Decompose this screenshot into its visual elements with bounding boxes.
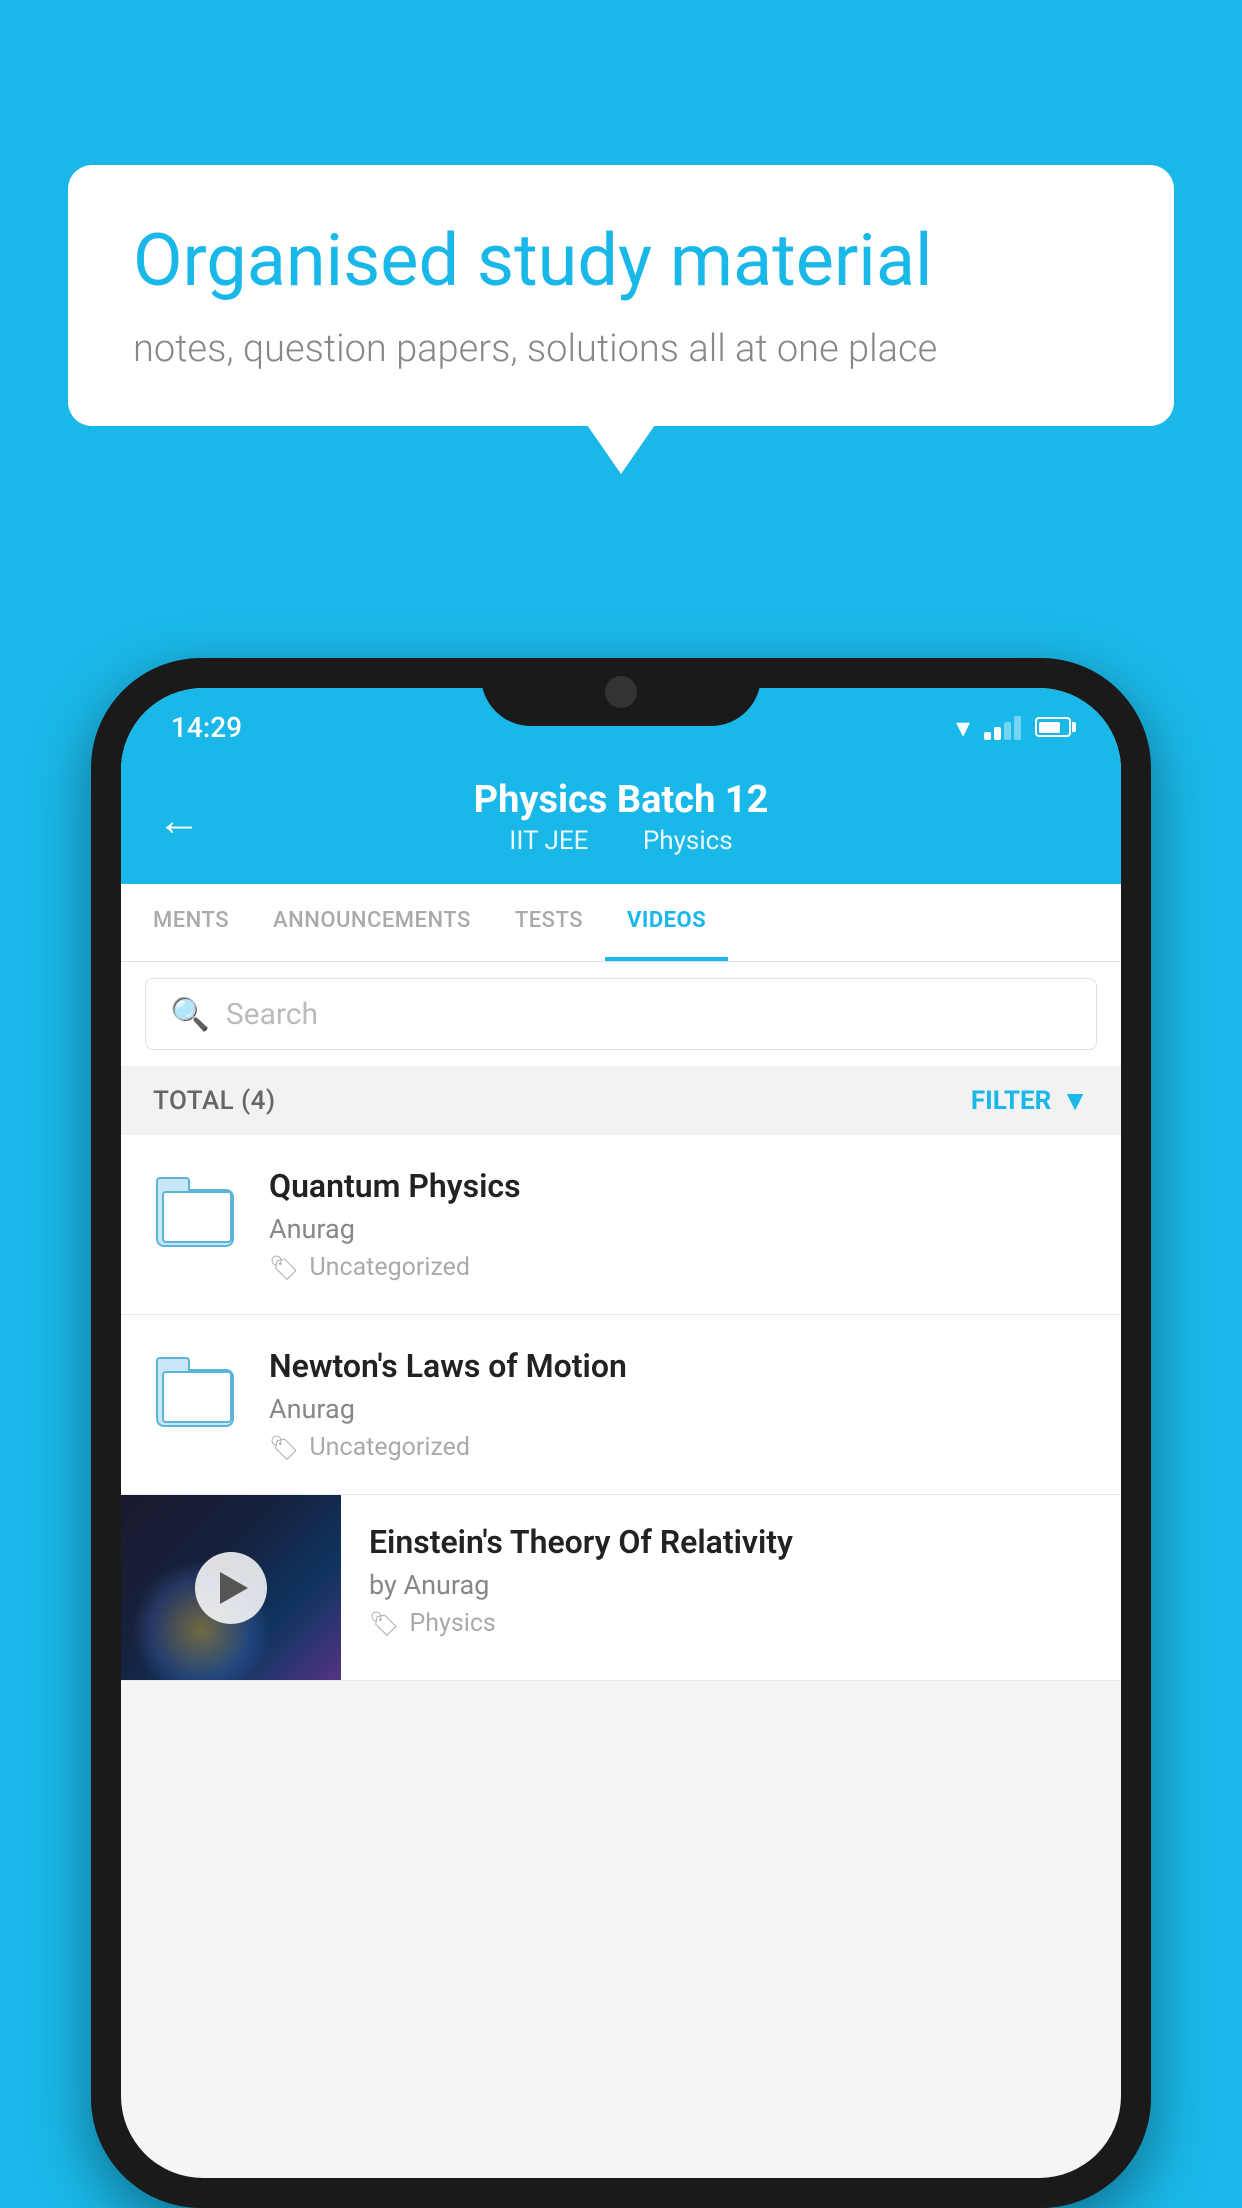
tab-ments[interactable]: MENTS <box>131 884 251 961</box>
hero-subtitle: notes, question papers, solutions all at… <box>133 327 1109 371</box>
tag-icon-newton: 🏷 <box>269 1434 299 1462</box>
search-input-wrap[interactable]: 🔍 Search <box>145 978 1097 1050</box>
app-header: ← Physics Batch 12 IIT JEE Physics <box>121 756 1121 884</box>
tab-tests[interactable]: TESTS <box>493 884 605 961</box>
search-icon: 🔍 <box>170 995 210 1033</box>
play-button-einstein[interactable] <box>195 1552 267 1624</box>
hero-section: Organised study material notes, question… <box>68 165 1174 426</box>
tag-label-quantum: Uncategorized <box>309 1253 470 1282</box>
phone-frame: 14:29 ▾ ← Physics Batch 1 <box>91 658 1151 2208</box>
play-triangle-icon <box>220 1572 248 1604</box>
video-tag-einstein: 🏷 Physics <box>369 1609 1093 1638</box>
filter-button[interactable]: FILTER ▼ <box>971 1084 1089 1117</box>
video-title-einstein: Einstein's Theory Of Relativity <box>369 1523 1093 1561</box>
video-info-newton: Newton's Laws of Motion Anurag 🏷 Uncateg… <box>269 1347 1091 1462</box>
video-tag-newton: 🏷 Uncategorized <box>269 1433 1091 1462</box>
hero-title: Organised study material <box>133 220 1109 303</box>
tab-announcements[interactable]: ANNOUNCEMENTS <box>251 884 493 961</box>
subject-physics: Physics <box>643 826 733 856</box>
tag-icon: 🏷 <box>269 1254 299 1282</box>
total-count: TOTAL (4) <box>153 1086 276 1116</box>
battery-icon <box>1035 717 1071 737</box>
status-icons: ▾ <box>956 711 1071 744</box>
video-list: Quantum Physics Anurag 🏷 Uncategorized <box>121 1135 1121 1681</box>
video-thumbnail-einstein <box>121 1495 341 1680</box>
tabs-bar: MENTS ANNOUNCEMENTS TESTS VIDEOS <box>121 884 1121 962</box>
video-item-newton[interactable]: Newton's Laws of Motion Anurag 🏷 Uncateg… <box>121 1315 1121 1495</box>
video-author-einstein: by Anurag <box>369 1569 1093 1601</box>
video-tag-quantum: 🏷 Uncategorized <box>269 1253 1091 1282</box>
batch-title: Physics Batch 12 <box>474 778 769 822</box>
search-bar: 🔍 Search <box>121 962 1121 1066</box>
subject-iit: IIT JEE <box>509 826 588 856</box>
tag-icon-einstein: 🏷 <box>369 1610 399 1638</box>
folder-icon-newton <box>151 1347 241 1437</box>
filter-bar: TOTAL (4) FILTER ▼ <box>121 1066 1121 1135</box>
folder-icon-quantum <box>151 1167 241 1257</box>
signal-icon <box>984 714 1021 740</box>
video-title-newton: Newton's Laws of Motion <box>269 1347 1091 1385</box>
tag-label-newton: Uncategorized <box>309 1433 470 1462</box>
speech-bubble: Organised study material notes, question… <box>68 165 1174 426</box>
phone-outer: 14:29 ▾ ← Physics Batch 1 <box>91 658 1151 2208</box>
batch-subtitle: IIT JEE Physics <box>497 826 744 856</box>
back-button[interactable]: ← <box>157 794 201 846</box>
tag-label-einstein: Physics <box>409 1609 495 1638</box>
video-item-quantum[interactable]: Quantum Physics Anurag 🏷 Uncategorized <box>121 1135 1121 1315</box>
tab-videos[interactable]: VIDEOS <box>605 884 728 961</box>
front-camera <box>605 676 637 708</box>
video-author-newton: Anurag <box>269 1393 1091 1425</box>
filter-icon: ▼ <box>1061 1084 1089 1117</box>
video-item-einstein[interactable]: Einstein's Theory Of Relativity by Anura… <box>121 1495 1121 1681</box>
wifi-icon: ▾ <box>956 711 970 744</box>
filter-label: FILTER <box>971 1086 1051 1116</box>
search-input[interactable]: Search <box>226 997 318 1032</box>
video-info-quantum: Quantum Physics Anurag 🏷 Uncategorized <box>269 1167 1091 1282</box>
video-info-einstein: Einstein's Theory Of Relativity by Anura… <box>341 1495 1121 1666</box>
phone-notch <box>481 658 761 726</box>
video-author-quantum: Anurag <box>269 1213 1091 1245</box>
video-title-quantum: Quantum Physics <box>269 1167 1091 1205</box>
status-time: 14:29 <box>171 711 242 744</box>
phone-screen: 14:29 ▾ ← Physics Batch 1 <box>121 688 1121 2178</box>
